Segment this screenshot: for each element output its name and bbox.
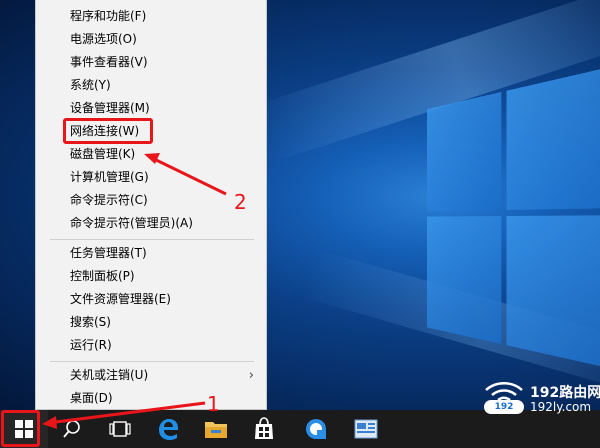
windows-hero-logo bbox=[427, 63, 600, 377]
windows-start-icon bbox=[15, 420, 33, 438]
chevron-right-icon: › bbox=[248, 368, 254, 383]
menu-item-desktop[interactable]: 桌面(D) bbox=[36, 387, 266, 410]
menu-item-command-prompt[interactable]: 命令提示符(C) bbox=[36, 189, 266, 212]
menu-item-search[interactable]: 搜索(S) bbox=[36, 311, 266, 334]
menu-item-network-connections[interactable]: 网络连接(W) bbox=[36, 120, 266, 143]
menu-item-device-manager[interactable]: 设备管理器(M) bbox=[36, 97, 266, 120]
edge-icon bbox=[159, 419, 178, 440]
menu-separator bbox=[50, 239, 254, 240]
file-explorer-icon bbox=[205, 422, 227, 438]
watermark-title: 192路由网 bbox=[530, 385, 600, 401]
menu-item-control-panel[interactable]: 控制面板(P) bbox=[36, 265, 266, 288]
start-button[interactable] bbox=[0, 410, 48, 448]
menu-item-event-viewer[interactable]: 事件查看器(V) bbox=[36, 51, 266, 74]
menu-item-programs-features[interactable]: 程序和功能(F) bbox=[36, 5, 266, 28]
menu-item-disk-management[interactable]: 磁盘管理(K) bbox=[36, 143, 266, 166]
site-watermark: 192 192路由网 192ly.com bbox=[478, 380, 600, 420]
menu-item-shutdown-signout[interactable]: 关机或注销(U) › bbox=[36, 364, 266, 387]
menu-item-command-prompt-admin[interactable]: 命令提示符(管理员)(A) bbox=[36, 212, 266, 235]
menu-item-task-manager[interactable]: 任务管理器(T) bbox=[36, 242, 266, 265]
app-icon bbox=[354, 419, 378, 439]
winx-context-menu: 程序和功能(F) 电源选项(O) 事件查看器(V) 系统(Y) 设备管理器(M)… bbox=[35, 0, 267, 410]
menu-separator bbox=[50, 361, 254, 362]
app-button[interactable] bbox=[342, 410, 390, 448]
menu-item-computer-management[interactable]: 计算机管理(G) bbox=[36, 166, 266, 189]
menu-item-file-explorer[interactable]: 文件资源管理器(E) bbox=[36, 288, 266, 311]
menu-item-power-options[interactable]: 电源选项(O) bbox=[36, 28, 266, 51]
wifi-signal-icon bbox=[485, 382, 523, 402]
search-icon bbox=[63, 420, 80, 438]
watermark-pill: 192 bbox=[484, 400, 524, 414]
task-view-button[interactable] bbox=[96, 410, 144, 448]
cortana-icon bbox=[306, 419, 326, 439]
menu-item-run[interactable]: 运行(R) bbox=[36, 334, 266, 357]
file-explorer-button[interactable] bbox=[192, 410, 240, 448]
store-button[interactable] bbox=[240, 410, 288, 448]
watermark-url: 192ly.com bbox=[530, 400, 592, 414]
edge-button[interactable] bbox=[144, 410, 192, 448]
menu-item-system[interactable]: 系统(Y) bbox=[36, 74, 266, 97]
task-view-icon bbox=[109, 421, 131, 437]
search-button[interactable] bbox=[48, 410, 96, 448]
store-icon bbox=[255, 417, 273, 439]
cortana-button[interactable] bbox=[292, 410, 340, 448]
